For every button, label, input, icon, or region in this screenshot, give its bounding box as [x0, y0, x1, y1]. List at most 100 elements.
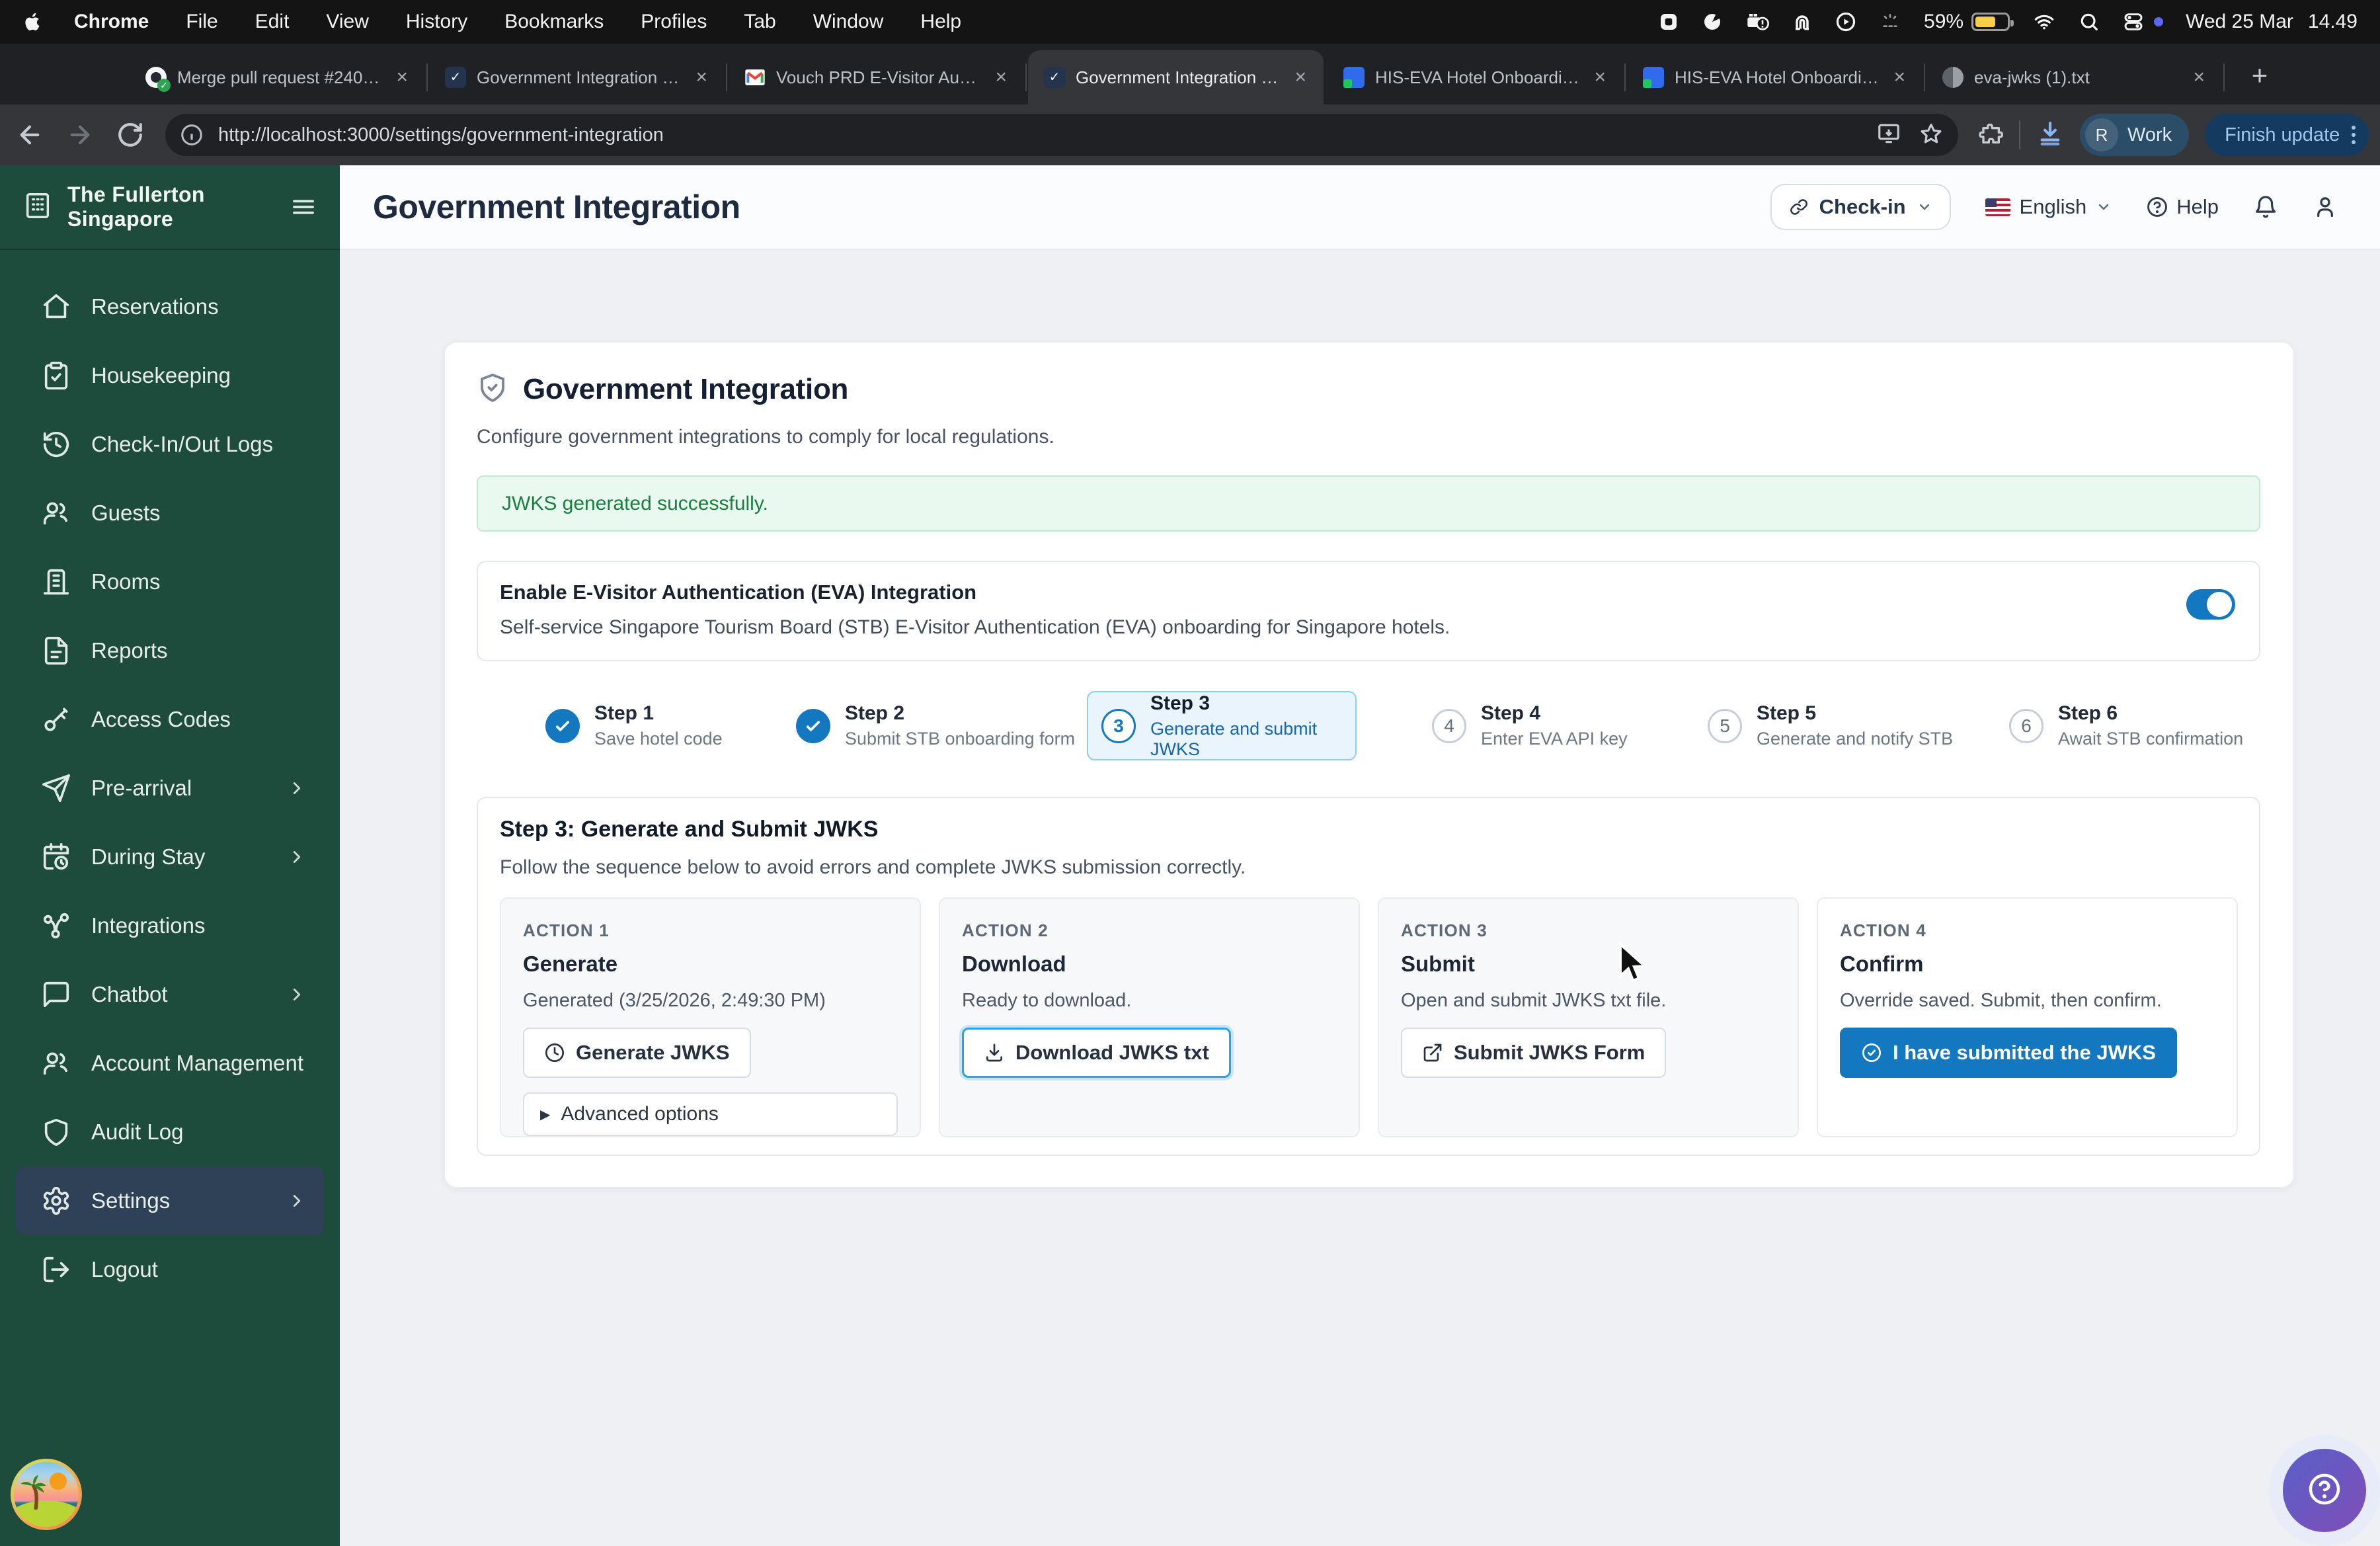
- back-button[interactable]: [9, 114, 50, 155]
- spotlight-search-icon[interactable]: [2079, 11, 2100, 32]
- magnet-app-icon[interactable]: [1792, 11, 1813, 32]
- menubar-item-history[interactable]: History: [390, 11, 483, 33]
- sidebar-item-access-codes[interactable]: Access Codes: [0, 685, 340, 754]
- tab-close-icon[interactable]: ×: [1290, 66, 1310, 89]
- tab-his-eva-2[interactable]: HIS-EVA Hotel Onboarding ×: [1627, 50, 1923, 104]
- sidebar-item-audit-log[interactable]: Audit Log: [0, 1098, 340, 1166]
- url-bar[interactable]: http://localhost:3000/settings/governmen…: [165, 114, 1958, 156]
- site-info-icon[interactable]: [180, 123, 204, 147]
- sidebar-item-logout[interactable]: Logout: [0, 1235, 340, 1304]
- tab-merge-pr[interactable]: ✓ Merge pull request #2406 fr ×: [130, 50, 425, 104]
- menubar-item-view[interactable]: View: [310, 11, 384, 33]
- step-1[interactable]: Step 1Save hotel code: [545, 691, 723, 760]
- wifi-icon[interactable]: [2032, 11, 2056, 32]
- submit-jwks-form-button[interactable]: Submit JWKS Form: [1401, 1028, 1666, 1078]
- step-6[interactable]: 6 Step 6Await STB confirmation: [2009, 691, 2243, 760]
- sidebar-item-label: Access Codes: [91, 707, 231, 732]
- page-header-actions: Check-in English Help: [1770, 184, 2338, 230]
- menubar-item-edit[interactable]: Edit: [239, 11, 305, 33]
- sidebar-item-label: Rooms: [91, 569, 161, 594]
- sidebar-item-account-management[interactable]: Account Management: [0, 1029, 340, 1098]
- tab-gov-integration-active[interactable]: ✓ Government Integration - A ×: [1028, 50, 1324, 104]
- checkin-dropdown-button[interactable]: Check-in: [1770, 184, 1951, 230]
- tab-title: Vouch PRD E-Visitor Authen: [776, 67, 980, 88]
- generate-jwks-button[interactable]: Generate JWKS: [523, 1028, 751, 1078]
- hotel-building-icon: [22, 190, 53, 224]
- keyboard-brightness-icon[interactable]: [1879, 11, 1901, 32]
- menubar-item-tab[interactable]: Tab: [728, 11, 791, 33]
- menubar-item-window[interactable]: Window: [797, 11, 900, 33]
- step-5[interactable]: 5 Step 5Generate and notify STB: [1708, 691, 1953, 760]
- sidebar-item-reservations[interactable]: Reservations: [0, 272, 340, 341]
- tab-close-icon[interactable]: ×: [1889, 66, 1909, 89]
- sidebar-item-during-stay[interactable]: During Stay: [0, 823, 340, 891]
- language-selector[interactable]: English: [1985, 195, 2112, 219]
- sidebar-item-label: Audit Log: [91, 1119, 183, 1145]
- sidebar-item-label: Chatbot: [91, 982, 168, 1007]
- eva-toggle[interactable]: [2186, 589, 2235, 620]
- sidebar-item-chatbot[interactable]: Chatbot: [0, 960, 340, 1029]
- new-tab-button[interactable]: +: [2241, 58, 2278, 95]
- action-card-submit: ACTION 3 Submit Open and submit JWKS txt…: [1378, 897, 1799, 1137]
- play-circle-icon[interactable]: [1835, 11, 1856, 32]
- user-icon[interactable]: [2313, 194, 2338, 220]
- control-center-icon[interactable]: [2122, 11, 2145, 32]
- sidebar-item-reports[interactable]: Reports: [0, 616, 340, 685]
- tab-title: Merge pull request #2406 fr: [177, 67, 381, 88]
- menubar-item-help[interactable]: Help: [904, 11, 977, 33]
- menubar-item-profiles[interactable]: Profiles: [625, 11, 723, 33]
- tab-close-icon[interactable]: ×: [1590, 66, 1610, 89]
- finish-update-button[interactable]: Finish update: [2205, 114, 2369, 156]
- url-text[interactable]: http://localhost:3000/settings/governmen…: [218, 124, 1876, 146]
- workspace-avatar[interactable]: [11, 1459, 82, 1530]
- install-app-icon[interactable]: [1876, 121, 1901, 149]
- step-2[interactable]: Step 2Submit STB onboarding form: [796, 691, 1075, 760]
- menubar-item-chrome[interactable]: Chrome: [58, 11, 165, 33]
- tropical-island-avatar-image: [14, 1462, 79, 1527]
- sidebar-item-settings[interactable]: Settings: [16, 1166, 324, 1235]
- bell-icon[interactable]: [2253, 194, 2278, 220]
- step-4[interactable]: 4 Step 4Enter EVA API key: [1432, 691, 1628, 760]
- tab-eva-jwks-txt[interactable]: eva-jwks (1).txt ×: [1926, 50, 2222, 104]
- action-label: ACTION 2: [962, 920, 1337, 941]
- sidebar-item-integrations[interactable]: Integrations: [0, 891, 340, 960]
- shutter-app-icon[interactable]: [1702, 11, 1723, 32]
- help-fab-button[interactable]: [2283, 1449, 2366, 1532]
- reload-button[interactable]: [110, 114, 151, 155]
- tab-gov-integration-1[interactable]: ✓ Government Integration - A ×: [429, 50, 725, 104]
- downloads-icon[interactable]: [2036, 120, 2064, 151]
- sidebar-item-housekeeping[interactable]: Housekeeping: [0, 341, 340, 410]
- tab-close-icon[interactable]: ×: [991, 66, 1011, 89]
- stage-manager-icon[interactable]: [1658, 11, 1679, 32]
- sidebar-item-pre-arrival[interactable]: Pre-arrival: [0, 754, 340, 823]
- action-title: Submit: [1401, 952, 1776, 977]
- step-desc: Submit STB onboarding form: [845, 729, 1075, 749]
- extensions-icon[interactable]: [1977, 120, 2003, 150]
- sidebar-collapse-icon[interactable]: [290, 193, 317, 221]
- confirm-submitted-button[interactable]: I have submitted the JWKS: [1840, 1028, 2177, 1078]
- apple-icon[interactable]: [22, 10, 46, 34]
- sidebar-item-guests[interactable]: Guests: [0, 479, 340, 548]
- tab-close-icon[interactable]: ×: [2189, 66, 2209, 89]
- sidebar-item-checkinout-logs[interactable]: Check-In/Out Logs: [0, 410, 340, 479]
- actions-row: ACTION 1 Generate Generated (3/25/2026, …: [500, 897, 2238, 1137]
- chrome-menu-icon[interactable]: [2352, 126, 2356, 144]
- help-button[interactable]: Help: [2146, 195, 2219, 219]
- step-3-active[interactable]: 3 Step 3Generate and submit JWKS: [1087, 691, 1357, 760]
- sidebar-item-rooms[interactable]: Rooms: [0, 548, 340, 616]
- tab-his-eva-1[interactable]: HIS-EVA Hotel Onboarding ×: [1328, 50, 1623, 104]
- tab-close-icon[interactable]: ×: [392, 66, 412, 89]
- advanced-options-toggle[interactable]: ▶ Advanced options: [523, 1092, 898, 1136]
- menubar-item-file[interactable]: File: [170, 11, 233, 33]
- menubar-item-bookmarks[interactable]: Bookmarks: [489, 11, 619, 33]
- profile-chip[interactable]: R Work: [2080, 114, 2189, 156]
- step-number: 3: [1101, 709, 1136, 743]
- bookmark-star-icon[interactable]: [1919, 121, 1944, 149]
- download-jwks-button[interactable]: Download JWKS txt: [962, 1028, 1231, 1078]
- forward-button[interactable]: [60, 114, 100, 155]
- menubar-clock[interactable]: Wed 25 Mar 14.49: [2186, 11, 2358, 33]
- tab-vouch-prd[interactable]: Vouch PRD E-Visitor Authen ×: [729, 50, 1024, 104]
- docker-alert-icon[interactable]: [1745, 11, 1769, 32]
- tab-close-icon[interactable]: ×: [692, 66, 711, 89]
- battery-indicator[interactable]: 59%: [1924, 11, 2010, 33]
